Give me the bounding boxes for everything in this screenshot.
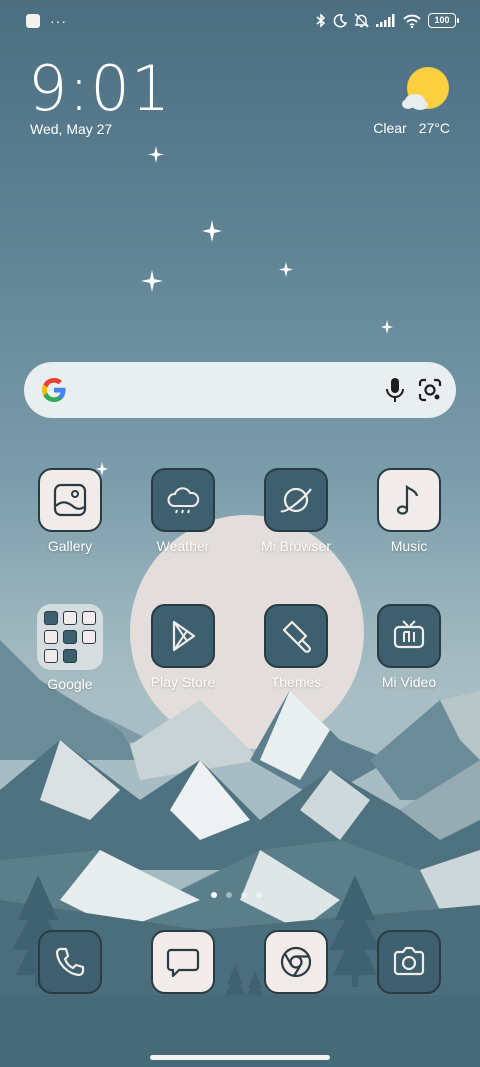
weather-summary[interactable]: Clear 27°C (373, 120, 450, 136)
play-store-icon (151, 604, 215, 668)
wifi-icon (403, 14, 421, 28)
weather-temperature: 27°C (418, 120, 450, 136)
app-gallery[interactable]: Gallery (22, 468, 118, 554)
camera-icon (377, 930, 441, 994)
microphone-icon[interactable] (382, 376, 408, 404)
page-dot[interactable] (241, 892, 247, 898)
app-label: Mi Video (381, 674, 437, 690)
app-label: Mi Browser (260, 538, 331, 554)
messages-icon (151, 930, 215, 994)
weather-sun-icon[interactable] (400, 66, 452, 114)
dock-phone[interactable] (22, 930, 118, 994)
chrome-icon (264, 930, 328, 994)
more-notifications-icon: ··· (50, 13, 67, 29)
clock-time[interactable]: 9:01 (28, 56, 171, 122)
moon-icon (333, 13, 347, 27)
page-dot[interactable] (226, 892, 232, 898)
folder-app-icon (63, 649, 77, 663)
folder-app-icon (82, 611, 96, 625)
page-dot[interactable] (211, 892, 217, 898)
page-indicator (211, 892, 262, 898)
music-icon (377, 468, 441, 532)
weather-condition: Clear (373, 120, 407, 136)
video-icon (377, 604, 441, 668)
dock-camera[interactable] (361, 930, 457, 994)
app-label: Music (390, 538, 428, 554)
app-weather[interactable]: Weather (135, 468, 231, 554)
bell-off-icon (354, 13, 369, 28)
app-label: Play Store (150, 674, 216, 690)
app-mi-browser[interactable]: Mi Browser (248, 468, 344, 554)
folder-app-icon (63, 630, 77, 644)
gesture-nav-bar[interactable] (150, 1055, 330, 1060)
app-mi-video[interactable]: Mi Video (361, 604, 457, 690)
folder-app-icon (82, 630, 96, 644)
weather-icon (151, 468, 215, 532)
signal-icon (376, 14, 395, 27)
app-google-folder[interactable]: Google (22, 604, 118, 692)
folder-app-icon (44, 630, 58, 644)
app-label: Themes (270, 674, 322, 690)
folder-icon (37, 604, 103, 670)
dock-chrome[interactable] (248, 930, 344, 994)
page-dot[interactable] (256, 892, 262, 898)
bluetooth-icon (316, 13, 326, 28)
notification-app-icon (26, 14, 40, 28)
app-music[interactable]: Music (361, 468, 457, 554)
themes-icon (264, 604, 328, 668)
app-label: Weather (156, 538, 210, 554)
battery-icon: 100 (428, 13, 459, 28)
app-play-store[interactable]: Play Store (135, 604, 231, 690)
folder-app-icon (63, 611, 77, 625)
google-logo-icon (42, 378, 66, 402)
dock-messages[interactable] (135, 930, 231, 994)
folder-app-icon (44, 649, 58, 663)
gallery-icon (38, 468, 102, 532)
google-search-bar[interactable] (24, 362, 456, 418)
app-label: Gallery (47, 538, 93, 554)
app-label: Google (47, 676, 93, 692)
browser-icon (264, 468, 328, 532)
app-themes[interactable]: Themes (248, 604, 344, 690)
folder-app-icon (44, 611, 58, 625)
lens-icon[interactable] (416, 376, 444, 404)
phone-icon (38, 930, 102, 994)
status-bar: ··· 100 (0, 0, 480, 44)
clock-date[interactable]: Wed, May 27 (30, 121, 112, 137)
home-screen: ··· 100 9:01 Wed, May 27 Clear 27°C Gall… (0, 0, 480, 1067)
